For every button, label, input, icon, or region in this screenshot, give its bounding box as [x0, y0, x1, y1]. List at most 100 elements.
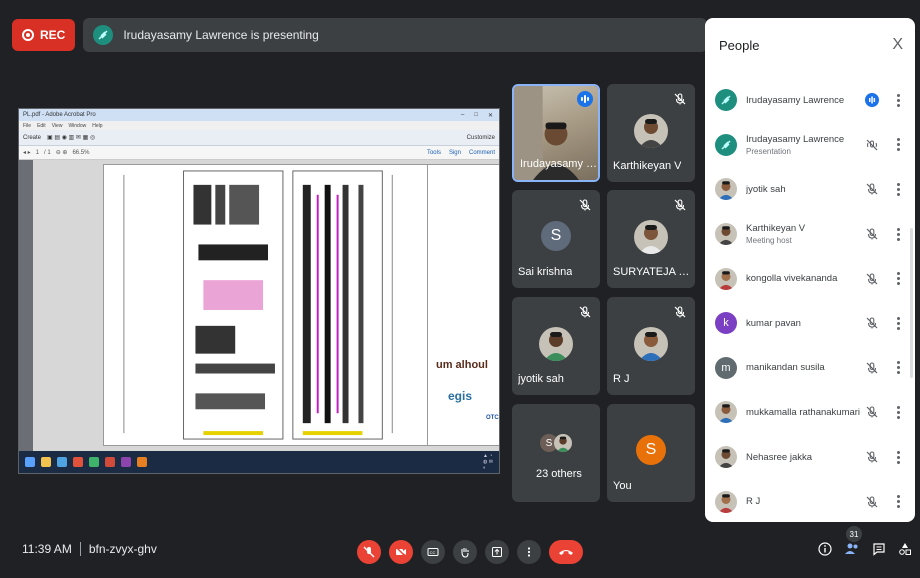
captions-button[interactable]: CC — [421, 540, 445, 564]
person-avatar — [715, 223, 737, 246]
activities-button[interactable] — [898, 542, 912, 561]
participant-tile[interactable]: SURYATEJA PULI... — [607, 190, 695, 288]
customize-label: Customize — [466, 134, 495, 141]
presenting-text: Irudayasamy Lawrence is presenting — [123, 28, 319, 42]
more-options-button[interactable] — [517, 540, 541, 564]
people-list-item[interactable]: R J — [705, 479, 915, 522]
zoom-icons: ⊖ ⊕ — [55, 150, 68, 156]
person-name: manikandan susila — [746, 362, 825, 374]
page-current: 1 — [35, 149, 40, 156]
people-panel-header: People X — [705, 18, 915, 72]
feather-avatar-icon — [715, 89, 737, 112]
mic-toggle-button[interactable] — [357, 540, 381, 564]
feather-icon — [98, 30, 108, 40]
person-role: Meeting host — [746, 236, 792, 246]
mic-off-icon — [673, 92, 687, 106]
more-vert-icon[interactable] — [893, 138, 903, 152]
acrobat-menubar: File Edit View Window Help — [19, 121, 499, 130]
recording-badge: REC — [12, 19, 76, 51]
people-list-item[interactable]: Karthikeyan V Meeting host — [705, 212, 915, 257]
start-icon — [25, 457, 35, 467]
present-icon — [492, 547, 502, 557]
more-vert-icon[interactable] — [893, 227, 903, 241]
participant-tile[interactable]: Karthikeyan V — [607, 84, 695, 182]
person-avatar: k — [715, 312, 737, 335]
people-scrollbar[interactable] — [910, 228, 913, 378]
divider — [79, 542, 81, 556]
shared-screen[interactable]: PL.pdf - Adobe Acrobat Pro – □ ✕ File Edit… — [18, 108, 500, 474]
more-vert-icon[interactable] — [893, 182, 903, 196]
chat-button[interactable] — [872, 542, 886, 561]
clock-time: 11:39 AM — [22, 542, 72, 556]
more-vert-icon[interactable] — [893, 405, 903, 419]
participant-tile[interactable]: S 23 others — [512, 404, 600, 502]
more-vert-icon[interactable] — [893, 495, 903, 509]
people-list-item[interactable]: kongolla vivekananda — [705, 256, 915, 301]
more-vert-icon — [527, 547, 531, 557]
more-vert-icon[interactable] — [893, 450, 903, 464]
acrobat-toolbar: Create ▣ ▤ ◉ ▥ ✉ ▦ ◎ Customize — [19, 130, 499, 146]
more-vert-icon[interactable] — [893, 93, 903, 107]
participant-tile[interactable]: jyotik sah — [512, 297, 600, 395]
close-icon[interactable]: X — [892, 36, 903, 54]
people-list-item[interactable]: k kumar pavan — [705, 301, 915, 346]
participant-count-badge: 31 — [846, 526, 862, 542]
top-bar: REC Irudayasamy Lawrence is presenting — [12, 18, 708, 52]
present-button[interactable] — [485, 540, 509, 564]
people-panel: People X Irudayasamy Lawrence Irudayasamy… — [705, 18, 915, 522]
document-area: um alhoul egis OTC — [33, 160, 499, 451]
zoom-level: 66.5% — [72, 149, 90, 156]
acrobat-window-title: PL.pdf - Adobe Acrobat Pro — [23, 112, 96, 118]
participant-tile[interactable]: S Sai krishna — [512, 190, 600, 288]
person-name: Irudayasamy Lawrence — [746, 133, 845, 145]
participant-tile[interactable]: Irudayasamy L... — [512, 84, 600, 182]
leave-call-button[interactable] — [549, 540, 583, 564]
participant-name: R J — [613, 373, 630, 385]
acrobat-titlebar: PL.pdf - Adobe Acrobat Pro – □ ✕ — [19, 109, 499, 121]
page-total: / 1 — [44, 149, 51, 156]
participant-tile[interactable]: R J — [607, 297, 695, 395]
um-alhoul-logo: um alhoul — [436, 359, 488, 371]
people-list-item[interactable]: mukkamalla rathanakumari — [705, 390, 915, 435]
camera-off-icon — [395, 546, 407, 558]
app-icon — [57, 457, 67, 467]
menu-edit: Edit — [37, 122, 46, 129]
more-vert-icon[interactable] — [893, 272, 903, 286]
create-button: Create — [23, 134, 42, 141]
mic-off-icon — [865, 272, 879, 286]
presentation-audio-off-icon — [865, 138, 879, 152]
info-button[interactable] — [818, 542, 832, 561]
person-name: kumar pavan — [746, 317, 801, 329]
info-icon — [818, 542, 832, 556]
bottom-bar: 11:39 AM bfn-zvyx-ghv CC 31 — [0, 526, 920, 578]
drawing-title-block: um alhoul egis OTC — [427, 164, 499, 446]
person-avatar — [715, 490, 737, 513]
person-name: Irudayasamy Lawrence — [746, 94, 845, 106]
person-avatar — [715, 267, 737, 290]
acrobat-sidebar — [19, 160, 33, 451]
captions-icon: CC — [427, 548, 439, 556]
chrome-icon — [105, 457, 115, 467]
more-vert-icon[interactable] — [893, 361, 903, 375]
people-list-item[interactable]: Irudayasamy Lawrence Presentation — [705, 123, 915, 168]
participant-tile[interactable]: S You — [607, 404, 695, 502]
camera-toggle-button[interactable] — [389, 540, 413, 564]
svg-text:CC: CC — [430, 550, 436, 555]
mic-off-icon — [865, 182, 879, 196]
hand-icon — [461, 548, 469, 558]
people-list-item[interactable]: Nehasree jakka — [705, 435, 915, 480]
participant-name: Karthikeyan V — [613, 160, 682, 172]
chat-icon — [873, 543, 885, 556]
speaking-indicator-icon — [865, 93, 879, 108]
more-vert-icon[interactable] — [893, 316, 903, 330]
person-name: jyotik sah — [746, 183, 786, 195]
participant-name: You — [613, 480, 632, 492]
person-name: Karthikeyan V — [746, 223, 806, 235]
people-list-item[interactable]: Irudayasamy Lawrence — [705, 78, 915, 123]
people-list-item[interactable]: m manikandan susila — [705, 346, 915, 391]
raise-hand-button[interactable] — [453, 540, 477, 564]
person-avatar — [715, 401, 737, 424]
people-button[interactable] — [844, 542, 860, 561]
mic-off-icon — [578, 305, 592, 319]
people-list-item[interactable]: jyotik sah — [705, 167, 915, 212]
